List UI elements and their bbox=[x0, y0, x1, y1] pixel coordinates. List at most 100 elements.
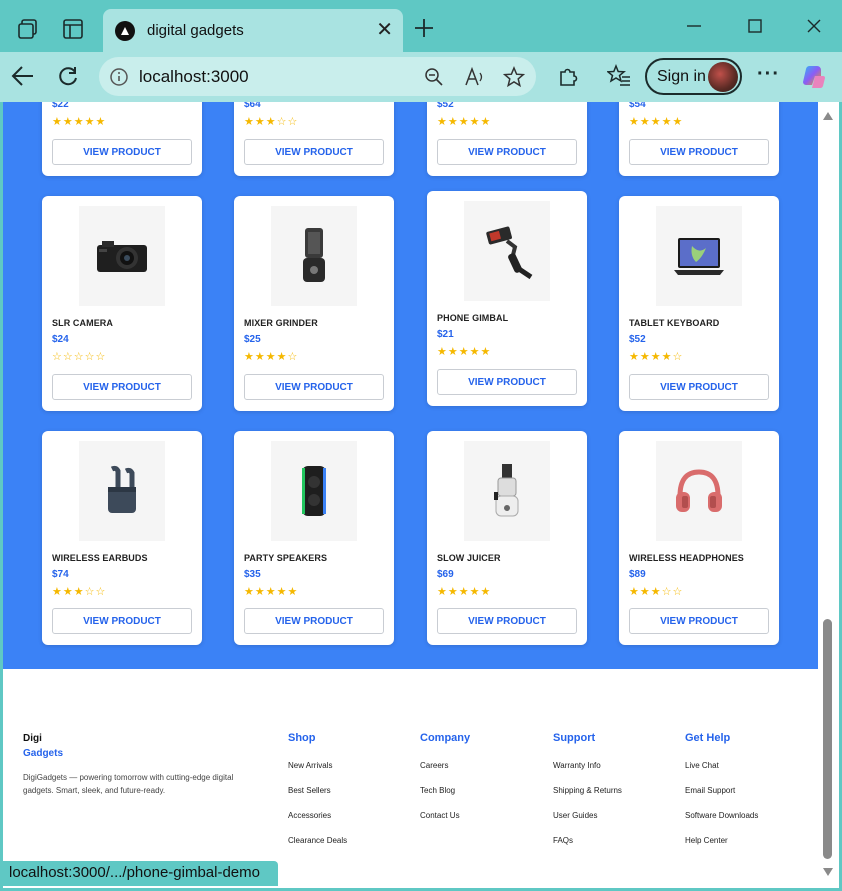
product-image[interactable] bbox=[656, 206, 742, 306]
tab-bar: digital gadgets ✕ bbox=[0, 0, 842, 52]
product-name: TABLET KEYBOARD bbox=[629, 318, 720, 328]
footer-column-title: Get Help bbox=[685, 732, 731, 744]
view-product-button[interactable]: VIEW PRODUCT bbox=[52, 374, 192, 400]
site-footer: Digi Gadgets DigiGadgets — powering tomo… bbox=[3, 669, 818, 888]
view-product-button[interactable]: VIEW PRODUCT bbox=[629, 374, 769, 400]
view-product-button[interactable]: VIEW PRODUCT bbox=[52, 608, 192, 634]
read-aloud-icon[interactable] bbox=[464, 67, 486, 87]
tab-actions-icon[interactable] bbox=[62, 18, 84, 40]
footer-link[interactable]: Best Sellers bbox=[288, 786, 347, 811]
product-image[interactable] bbox=[464, 441, 550, 541]
product-price: $89 bbox=[629, 569, 646, 580]
product-image[interactable] bbox=[271, 206, 357, 306]
footer-link[interactable]: Warranty Info bbox=[553, 761, 622, 786]
scroll-down-icon[interactable] bbox=[822, 867, 834, 877]
page-viewport: $22 ★★★★★ VIEW PRODUCT $64 ★★★☆☆ VIEW PR… bbox=[3, 102, 818, 888]
view-product-button[interactable]: VIEW PRODUCT bbox=[629, 608, 769, 634]
product-name: SLR CAMERA bbox=[52, 318, 113, 328]
product-image[interactable] bbox=[656, 441, 742, 541]
footer-link[interactable]: Clearance Deals bbox=[288, 836, 347, 861]
new-tab-icon[interactable] bbox=[414, 18, 434, 38]
workspaces-icon[interactable] bbox=[17, 18, 39, 40]
rating-stars: ★★★★★ bbox=[437, 346, 492, 358]
footer-link[interactable]: Accessories bbox=[288, 811, 347, 836]
product-card: PARTY SPEAKERS $35 ★★★★★ VIEW PRODUCT bbox=[234, 431, 394, 645]
window-close-icon[interactable] bbox=[807, 19, 821, 33]
footer-column-title: Shop bbox=[288, 732, 316, 744]
close-icon[interactable]: ✕ bbox=[376, 20, 393, 40]
product-card: TABLET KEYBOARD $52 ★★★★☆ VIEW PRODUCT bbox=[619, 196, 779, 411]
footer-link[interactable]: Careers bbox=[420, 761, 470, 786]
info-icon[interactable] bbox=[109, 67, 129, 87]
favorites-icon[interactable] bbox=[607, 64, 631, 86]
footer-link[interactable]: FAQs bbox=[553, 836, 622, 861]
tab-active[interactable]: digital gadgets ✕ bbox=[103, 9, 403, 52]
more-icon[interactable]: ··· bbox=[757, 63, 780, 86]
product-price: $24 bbox=[52, 334, 69, 345]
view-product-button[interactable]: VIEW PRODUCT bbox=[437, 369, 577, 395]
view-product-button[interactable]: VIEW PRODUCT bbox=[437, 608, 577, 634]
product-image[interactable] bbox=[79, 206, 165, 306]
scrollbar-thumb[interactable] bbox=[823, 619, 832, 859]
view-product-button[interactable]: VIEW PRODUCT bbox=[52, 139, 192, 165]
rating-stars: ★★★☆☆ bbox=[629, 586, 684, 598]
copilot-icon[interactable] bbox=[800, 63, 828, 91]
back-icon[interactable] bbox=[11, 65, 35, 87]
avatar bbox=[708, 62, 738, 92]
earbuds-icon bbox=[108, 465, 136, 513]
address-bar[interactable]: localhost:3000 bbox=[99, 57, 536, 96]
product-price: $52 bbox=[437, 102, 454, 110]
footer-link[interactable]: Email Support bbox=[685, 786, 758, 811]
product-price: $52 bbox=[629, 334, 646, 345]
rating-stars: ★★★☆☆ bbox=[244, 116, 299, 128]
speaker-icon bbox=[302, 466, 326, 516]
product-image[interactable] bbox=[79, 441, 165, 541]
product-name: SLOW JUICER bbox=[437, 553, 501, 563]
view-product-button[interactable]: VIEW PRODUCT bbox=[244, 139, 384, 165]
view-product-button[interactable]: VIEW PRODUCT bbox=[437, 139, 577, 165]
footer-link[interactable]: Software Downloads bbox=[685, 811, 758, 836]
footer-brand-line1: Digi bbox=[23, 733, 42, 744]
extensions-icon[interactable] bbox=[557, 65, 579, 87]
rating-stars: ★★★★★ bbox=[437, 116, 492, 128]
footer-description: DigiGadgets — powering tomorrow with cut… bbox=[23, 773, 234, 795]
scrollbar[interactable] bbox=[818, 102, 839, 888]
product-price: $54 bbox=[629, 102, 646, 110]
footer-link[interactable]: Help Center bbox=[685, 836, 758, 861]
rating-stars: ★★★★★ bbox=[437, 586, 492, 598]
footer-brand-line2: Gadgets bbox=[23, 748, 64, 759]
status-bar-url: localhost:3000/.../phone-gimbal-demo bbox=[3, 861, 278, 886]
minimize-icon[interactable] bbox=[687, 25, 701, 27]
rating-stars: ★★★☆☆ bbox=[52, 586, 107, 598]
product-price: $74 bbox=[52, 569, 69, 580]
view-product-button[interactable]: VIEW PRODUCT bbox=[629, 139, 769, 165]
scroll-up-icon[interactable] bbox=[822, 111, 834, 121]
product-name: PHONE GIMBAL bbox=[437, 313, 509, 323]
product-card: MIXER GRINDER $25 ★★★★☆ VIEW PRODUCT bbox=[234, 196, 394, 411]
footer-link[interactable]: User Guides bbox=[553, 811, 622, 836]
nav-bar: localhost:3000 Sign in ··· bbox=[0, 52, 842, 102]
footer-column-title: Company bbox=[420, 732, 471, 744]
footer-link[interactable]: Tech Blog bbox=[420, 786, 470, 811]
refresh-icon[interactable] bbox=[57, 65, 79, 87]
footer-link[interactable]: Live Chat bbox=[685, 761, 758, 786]
view-product-button[interactable]: VIEW PRODUCT bbox=[244, 608, 384, 634]
maximize-icon[interactable] bbox=[748, 19, 762, 33]
product-card: $52 ★★★★★ VIEW PRODUCT bbox=[427, 102, 587, 176]
zoom-icon[interactable] bbox=[424, 67, 444, 87]
product-price: $64 bbox=[244, 102, 261, 110]
product-price: $22 bbox=[52, 102, 69, 110]
camera-icon bbox=[97, 241, 147, 272]
footer-link[interactable]: Contact Us bbox=[420, 811, 470, 836]
footer-column-title: Support bbox=[553, 732, 596, 744]
view-product-button[interactable]: VIEW PRODUCT bbox=[244, 374, 384, 400]
favorite-star-icon[interactable] bbox=[503, 66, 525, 88]
sign-in-button[interactable]: Sign in bbox=[645, 58, 742, 95]
footer-link[interactable]: New Arrivals bbox=[288, 761, 347, 786]
product-image[interactable] bbox=[271, 441, 357, 541]
footer-link[interactable]: Shipping & Returns bbox=[553, 786, 622, 811]
product-name: MIXER GRINDER bbox=[244, 318, 318, 328]
juicer-icon bbox=[494, 464, 519, 517]
product-card: $54 ★★★★★ VIEW PRODUCT bbox=[619, 102, 779, 176]
product-image[interactable] bbox=[464, 201, 550, 301]
